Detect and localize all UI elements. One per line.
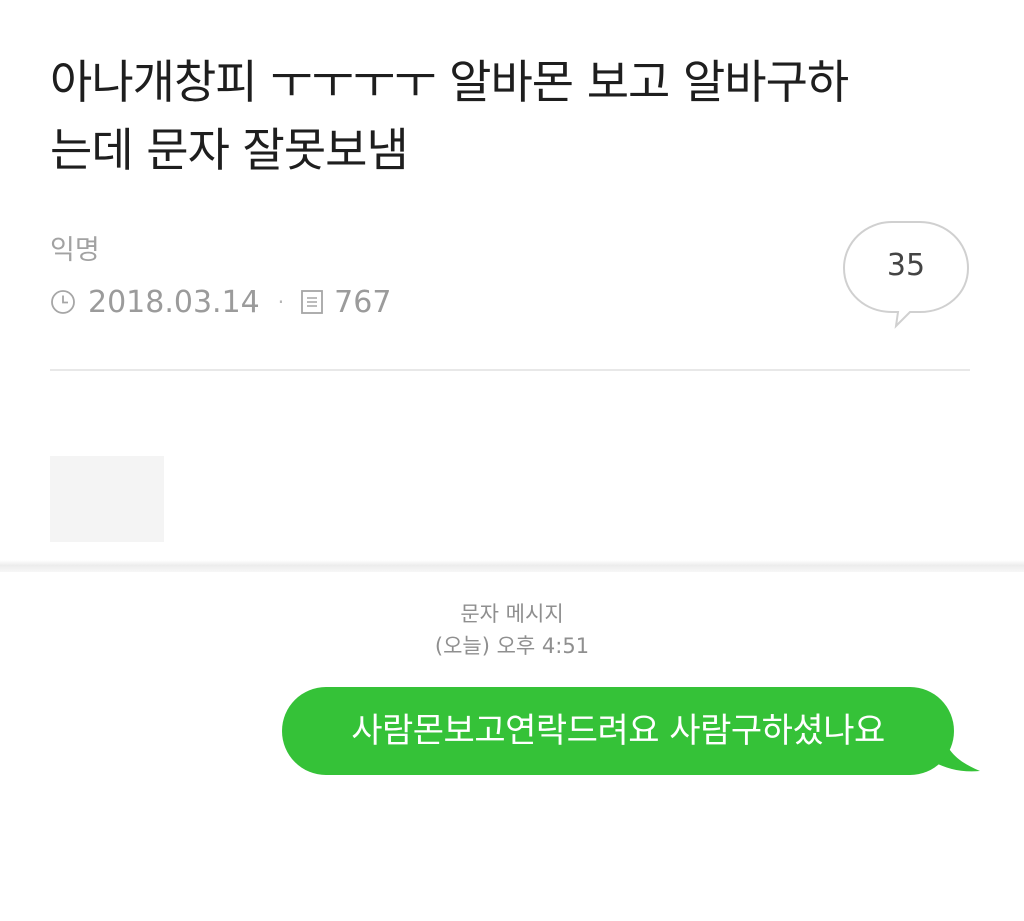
divider [50,369,970,371]
view-count: 767 [334,284,392,320]
screenshot-crop-edge [0,560,1024,572]
comment-count: 35 [886,248,926,283]
post-title: 아나개창피 ㅜㅜㅜㅜ 알바몬 보고 알바구하 는데 문자 잘못보냄 [50,48,970,184]
post-date: 2018.03.14 [88,284,260,320]
post-title-line-1: 아나개창피 ㅜㅜㅜㅜ 알바몬 보고 알바구하 [50,55,849,109]
post-meta: 2018.03.14 · 767 [50,284,391,320]
comment-count-button[interactable]: 35 [836,218,976,330]
sms-header: 문자 메시지 (오늘) 오후 4:51 [0,598,1024,662]
sms-header-time: (오늘) 오후 4:51 [434,634,590,658]
author-name: 익명 [50,235,100,266]
document-icon [300,289,324,315]
sent-message: 사람몬보고연락드려요 사람구하셨나요 [282,687,994,787]
message-bubble: 사람몬보고연락드려요 사람구하셨나요 [282,687,954,775]
message-text: 사람몬보고연락드려요 사람구하셨나요 [351,711,885,751]
meta-separator: · [277,290,285,314]
sms-header-title: 문자 메시지 [460,602,564,626]
post-title-line-2: 는데 문자 잘못보냄 [50,123,409,177]
blurred-image-placeholder [50,456,164,542]
clock-icon [50,289,76,315]
